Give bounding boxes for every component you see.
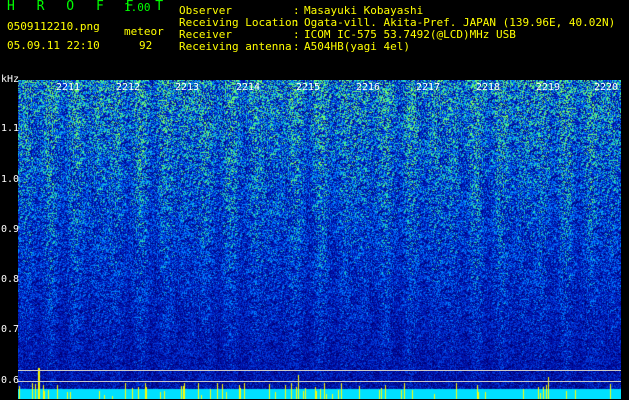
freq-marker-line [18,381,621,382]
x-tick: 2219 [536,82,561,93]
x-tick: 2220 [594,82,619,93]
y-tick: 0.7 [1,324,20,335]
version-label: 1.00 [124,1,151,14]
y-tick: 0.6 [1,375,20,386]
x-tick: 2218 [476,82,501,93]
antenna-label: Receiving antenna [179,40,292,53]
x-tick: 2217 [416,82,441,93]
mode-label: meteor [124,25,164,38]
y-unit-label: kHz [1,74,20,85]
datetime-label: 05.09.11 22:10 [7,39,100,52]
x-tick: 2212 [116,82,141,93]
hrofft-window: { "header": { "app_title": "H R O F F T"… [0,0,629,400]
spectrogram [18,80,621,399]
x-tick: 2213 [175,82,200,93]
x-tick: 2216 [356,82,381,93]
y-tick: 1.0 [1,174,20,185]
freq-marker-line [18,370,621,371]
y-tick: 0.8 [1,274,20,285]
antenna-value: A504HB(yagi 4el) [304,40,410,53]
spectrogram-canvas [18,80,621,399]
antenna-colon: : [293,40,300,53]
filename-label: 0509112210.png [7,20,100,33]
x-tick: 2214 [236,82,261,93]
x-tick: 2211 [56,82,81,93]
y-tick: 1.1 [1,123,20,134]
x-tick: 2215 [296,82,321,93]
count-label: 92 [139,39,153,52]
y-tick: 0.9 [1,224,20,235]
